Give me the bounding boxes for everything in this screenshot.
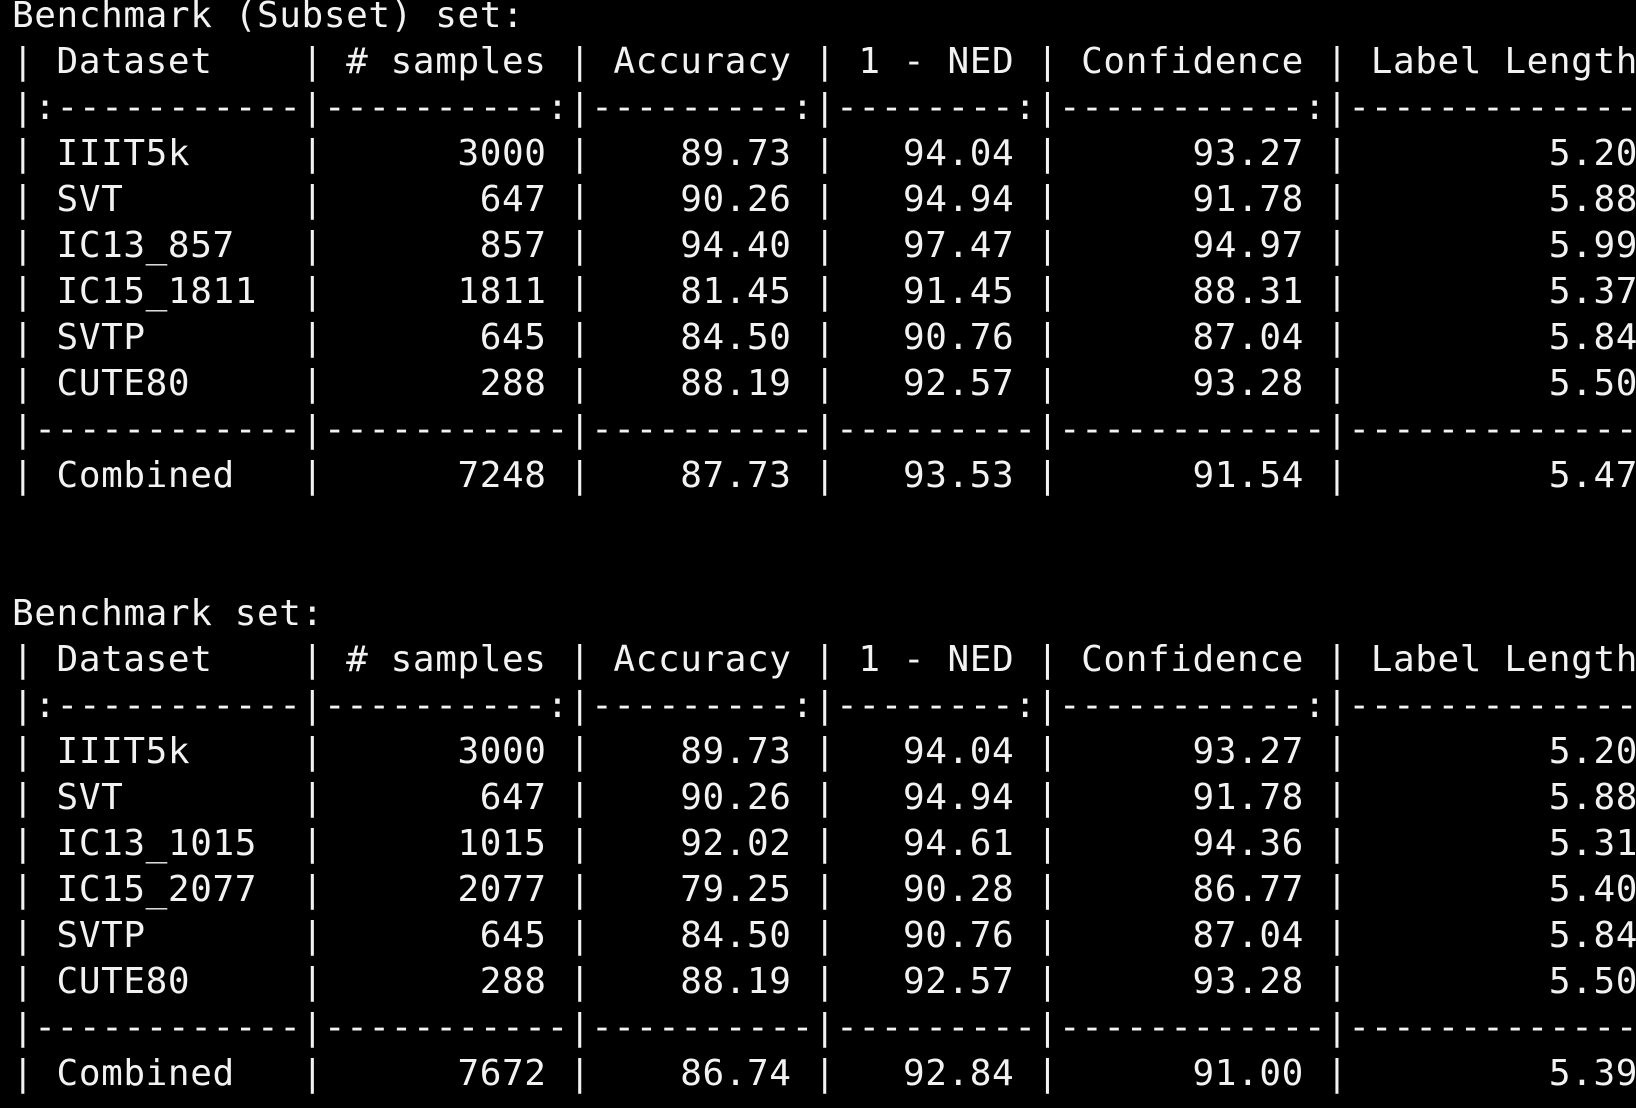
subset-benchmark-table: | Dataset | # samples | Accuracy | 1 - N… — [12, 39, 1636, 499]
table-alignment-row: |:-----------|----------:|---------:|---… — [12, 87, 1636, 128]
blank-lines — [12, 499, 1636, 591]
table-row: | SVT | 647 | 90.26 | 94.94 | 91.78 | 5.… — [12, 179, 1636, 220]
table-row: | SVTP | 645 | 84.50 | 90.76 | 87.04 | 5… — [12, 317, 1636, 358]
terminal-window[interactable]: Benchmark (Subset) set: | Dataset | # sa… — [0, 0, 1636, 1101]
table-header-row: | Dataset | # samples | Accuracy | 1 - N… — [12, 639, 1636, 680]
table-row: | IIIT5k | 3000 | 89.73 | 94.04 | 93.27 … — [12, 731, 1636, 772]
table-row: | SVT | 647 | 90.26 | 94.94 | 91.78 | 5.… — [12, 777, 1636, 818]
full-benchmark-table: | Dataset | # samples | Accuracy | 1 - N… — [12, 637, 1636, 1097]
table-row: | IC15_1811 | 1811 | 81.45 | 91.45 | 88.… — [12, 271, 1636, 312]
table-combined-row: | Combined | 7672 | 86.74 | 92.84 | 91.0… — [12, 1053, 1636, 1094]
subset-table-heading: Benchmark (Subset) set: — [12, 0, 525, 36]
table-separator-row: |------------|-----------|----------|---… — [12, 1007, 1636, 1048]
table-row: | IC13_1015 | 1015 | 92.02 | 94.61 | 94.… — [12, 823, 1636, 864]
table-row: | IC13_857 | 857 | 94.40 | 97.47 | 94.97… — [12, 225, 1636, 266]
table-header-row: | Dataset | # samples | Accuracy | 1 - N… — [12, 41, 1636, 82]
table-row: | IIIT5k | 3000 | 89.73 | 94.04 | 93.27 … — [12, 133, 1636, 174]
table-alignment-row: |:-----------|----------:|---------:|---… — [12, 685, 1636, 726]
table-separator-row: |------------|-----------|----------|---… — [12, 409, 1636, 450]
table-row: | CUTE80 | 288 | 88.19 | 92.57 | 93.28 |… — [12, 363, 1636, 404]
full-table-heading: Benchmark set: — [12, 593, 324, 634]
table-combined-row: | Combined | 7248 | 87.73 | 93.53 | 91.5… — [12, 455, 1636, 496]
table-row: | IC15_2077 | 2077 | 79.25 | 90.28 | 86.… — [12, 869, 1636, 910]
table-row: | CUTE80 | 288 | 88.19 | 92.57 | 93.28 |… — [12, 961, 1636, 1002]
table-row: | SVTP | 645 | 84.50 | 90.76 | 87.04 | 5… — [12, 915, 1636, 956]
